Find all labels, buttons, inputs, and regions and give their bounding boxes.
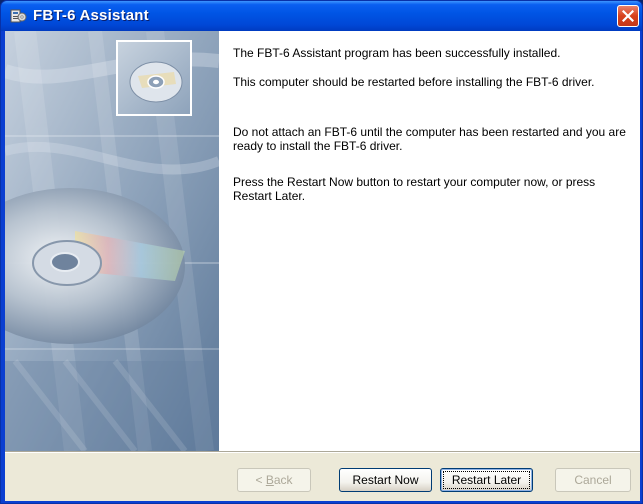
message-restart-required: This computer should be restarted before…: [233, 75, 595, 89]
back-button-rest: ack: [273, 473, 293, 487]
cd-icon: [129, 61, 183, 103]
installer-window: FBT-6 Assistant The FBT-6 Assistant prog…: [0, 0, 643, 504]
installer-app-icon: [10, 8, 27, 24]
back-button-prefix: <: [255, 473, 266, 487]
back-button[interactable]: < Back: [237, 468, 311, 492]
window-title: FBT-6 Assistant: [33, 7, 149, 24]
cd-thumbnail-frame: [116, 40, 192, 116]
cancel-button[interactable]: Cancel: [555, 468, 631, 492]
message-panel: The FBT-6 Assistant program has been suc…: [219, 31, 640, 451]
title-bar[interactable]: FBT-6 Assistant: [1, 1, 642, 31]
message-press-restart: Press the Restart Now button to restart …: [233, 175, 596, 203]
restart-later-button[interactable]: Restart Later: [440, 468, 533, 492]
message-do-not-attach: Do not attach an FBT-6 until the compute…: [233, 125, 626, 153]
button-bar-separator-highlight: [5, 452, 640, 453]
close-button[interactable]: [617, 5, 639, 27]
back-button-accel: B: [265, 473, 274, 487]
side-banner-image: [5, 31, 219, 451]
dialog-client-area: The FBT-6 Assistant program has been suc…: [5, 31, 640, 501]
close-icon: [622, 10, 634, 22]
message-installed: The FBT-6 Assistant program has been suc…: [233, 46, 561, 60]
restart-now-button[interactable]: Restart Now: [339, 468, 432, 492]
